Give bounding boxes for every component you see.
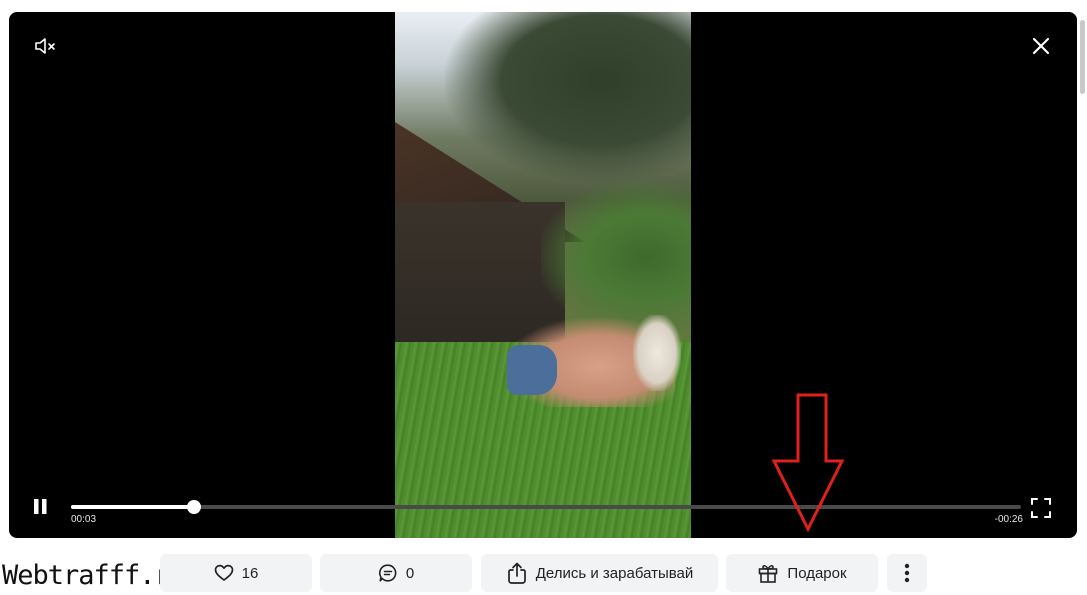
- video-tree: [445, 12, 691, 182]
- more-options-button[interactable]: [887, 554, 927, 592]
- likes-count: 16: [241, 564, 259, 582]
- watermark: Webtrafff.ru: [2, 560, 186, 591]
- gift-icon: [757, 562, 779, 584]
- annotation-arrow-icon: [770, 393, 846, 533]
- share-icon: [506, 561, 528, 585]
- video-frame[interactable]: [395, 12, 691, 538]
- share-button[interactable]: Делись и зарабатывай: [481, 554, 718, 592]
- heart-icon: [214, 564, 234, 582]
- gift-button[interactable]: Подарок: [726, 554, 878, 592]
- gift-label: Подарок: [787, 564, 847, 582]
- comment-button[interactable]: 0: [320, 554, 472, 592]
- current-time: 00:03: [71, 514, 97, 525]
- more-vertical-icon: [904, 562, 910, 584]
- video-palms: [541, 182, 691, 332]
- comments-count: 0: [405, 564, 415, 582]
- page-scrollbar[interactable]: [1080, 20, 1085, 94]
- pause-icon[interactable]: [31, 496, 51, 518]
- progress-thumb[interactable]: [186, 500, 201, 514]
- fullscreen-icon[interactable]: [1029, 496, 1053, 520]
- progress-bar[interactable]: [71, 500, 1021, 514]
- mute-icon[interactable]: [33, 36, 59, 56]
- close-icon[interactable]: [1029, 34, 1053, 58]
- share-label: Делись и зарабатывай: [535, 564, 694, 582]
- like-button[interactable]: 16: [160, 554, 312, 592]
- video-shorts: [507, 345, 557, 395]
- video-hair: [633, 315, 681, 391]
- comment-icon: [378, 563, 398, 583]
- video-player[interactable]: 00:03 -00:26: [9, 12, 1077, 538]
- progress-fill: [71, 505, 194, 509]
- remaining-time: -00:26: [994, 514, 1023, 525]
